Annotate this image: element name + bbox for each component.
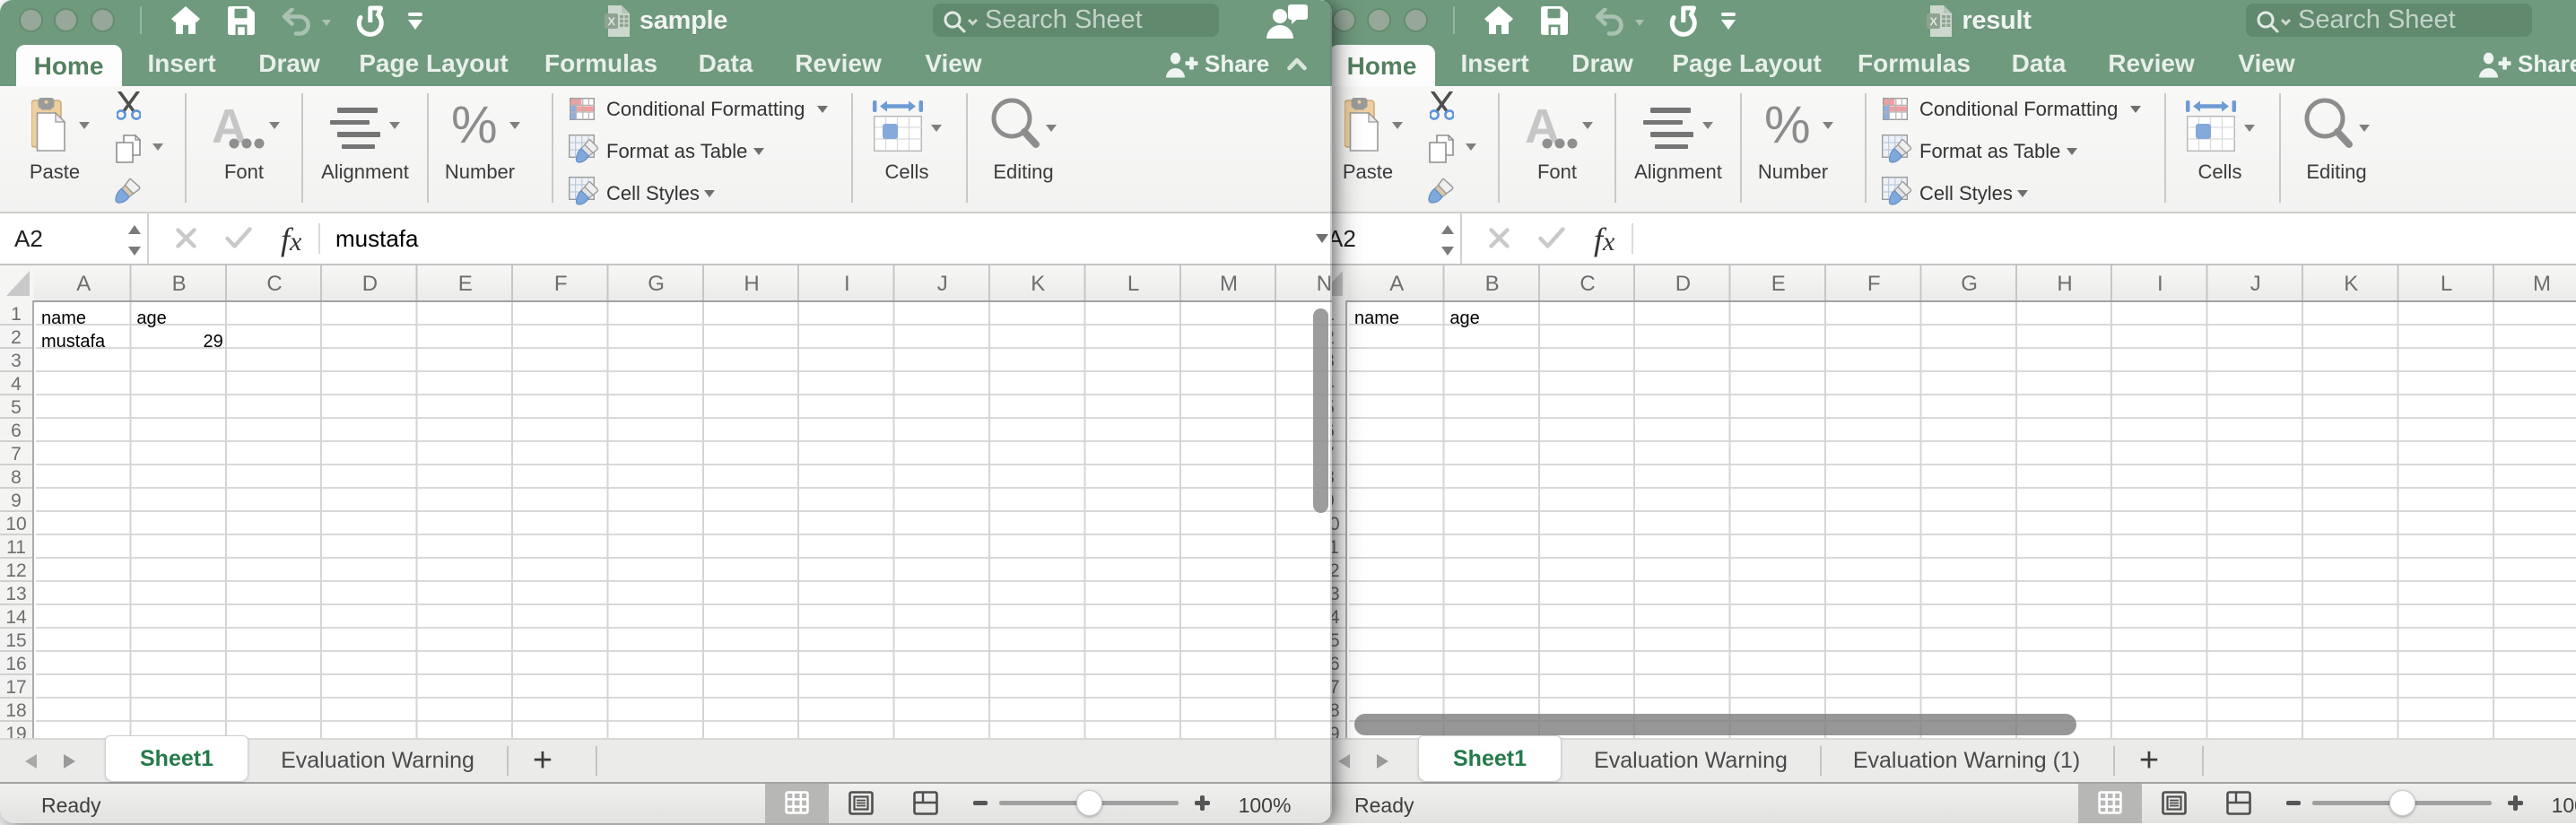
svg-text:X: X [607,14,615,28]
svg-text:A: A [212,105,247,150]
svg-text:A: A [1525,105,1560,150]
svg-text:X: X [1930,14,1938,28]
